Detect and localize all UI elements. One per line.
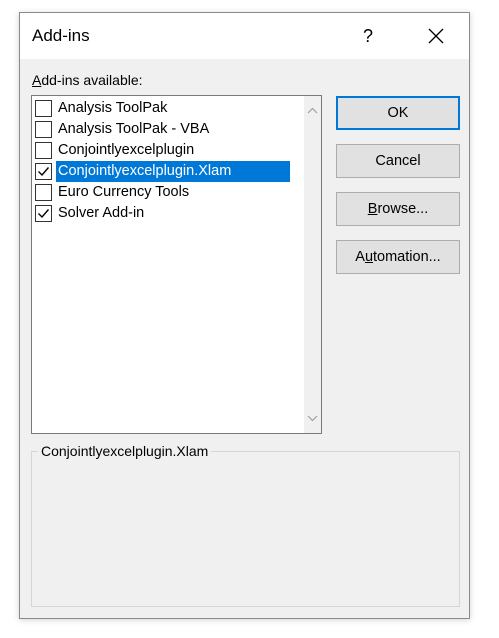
cancel-button[interactable]: Cancel [336,144,460,178]
scroll-down-button[interactable] [304,410,321,427]
list-item[interactable]: Solver Add-in [32,203,304,224]
item-checkbox[interactable] [35,100,52,117]
automation-button[interactable]: Au tomation... [336,240,460,274]
item-checkbox[interactable] [35,121,52,138]
add-ins-available-label: Add-ins available: [32,72,143,88]
title-bar: Add-ins ? [20,13,469,59]
description-group: Conjointlyexcelplugin.Xlam [31,443,460,607]
close-icon [428,28,444,44]
automation-accelerator: u [364,249,374,265]
checkmark-icon [38,209,50,219]
browse-button[interactable]: Browse... [336,192,460,226]
add-ins-list: Analysis ToolPak Analysis ToolPak - VBA Co… [32,98,304,224]
item-label: Analysis ToolPak - VBA [58,121,210,137]
item-label: Euro Currency Tools [58,184,190,200]
item-checkbox[interactable] [35,163,52,180]
list-item[interactable]: Analysis ToolPak [32,98,304,119]
label-text: dd-ins available: [41,72,143,88]
ok-button[interactable]: OK [336,96,460,130]
item-label: Conjointlyexcelplugin.Xlam [56,161,290,182]
browse-accelerator: B [367,201,378,217]
chevron-up-icon [307,107,318,114]
list-item[interactable]: Conjointlyexcelplugin.Xlam [32,161,304,182]
vertical-scrollbar[interactable] [304,96,321,433]
help-button[interactable]: ? [345,13,391,59]
item-checkbox[interactable] [35,184,52,201]
description-title: Conjointlyexcelplugin.Xlam [38,443,212,459]
close-button[interactable] [413,13,459,59]
list-item[interactable]: Euro Currency Tools [32,182,304,203]
item-label: Solver Add-in [58,205,145,221]
automation-label-end: tomation... [373,249,441,265]
add-ins-dialog: Add-ins ? Add-ins available: Analysis To… [19,12,470,619]
label-accelerator: A [32,72,42,88]
dialog-title: Add-ins [32,26,90,45]
browse-label: rowse... [377,201,429,217]
checkmark-icon [38,167,50,177]
item-checkbox[interactable] [35,142,52,159]
item-checkbox[interactable] [35,205,52,222]
item-label: Analysis ToolPak [58,100,168,116]
scroll-up-button[interactable] [304,102,321,119]
item-label: Conjointlyexcelplugin [58,142,195,158]
list-item[interactable]: Conjointlyexcelplugin [32,140,304,161]
chevron-down-icon [307,415,318,422]
list-item[interactable]: Analysis ToolPak - VBA [32,119,304,140]
automation-label-start: A [355,249,365,265]
add-ins-listbox[interactable]: Analysis ToolPak Analysis ToolPak - VBA Co… [31,95,322,434]
